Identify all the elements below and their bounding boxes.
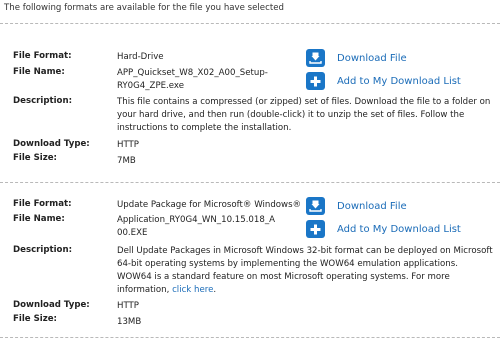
- label-download-type: Download Type:: [13, 300, 90, 310]
- label-file-name: File Name:: [13, 214, 65, 224]
- add-to-download-list-label: Add to My Download List: [337, 223, 461, 235]
- description-text: Dell Update Packages in Microsoft Window…: [117, 245, 493, 297]
- download-file-label: Download File: [337, 52, 407, 64]
- plus-icon: [306, 72, 325, 90]
- label-file-size: File Size:: [13, 153, 57, 163]
- label-download-type: Download Type:: [13, 139, 90, 149]
- label-file-format: File Format:: [13, 199, 72, 209]
- label-file-name: File Name:: [13, 67, 65, 77]
- download-type-value: HTTP: [117, 140, 139, 150]
- divider-bottom: [0, 337, 500, 338]
- more-info-link[interactable]: click here: [172, 285, 213, 295]
- file-format-value: Hard-Drive: [117, 52, 164, 62]
- file-name-line-1: APP_Quickset_W8_X02_A00_Setup-: [117, 68, 268, 78]
- download-type-value: HTTP: [117, 301, 139, 311]
- plus-icon: [306, 220, 325, 238]
- file-format-value: Update Package for Microsoft® Windows®: [117, 200, 302, 210]
- divider-top: [0, 23, 500, 24]
- label-file-format: File Format:: [13, 51, 72, 61]
- add-to-download-list-button[interactable]: Add to My Download List: [306, 71, 461, 91]
- file-name-value: Application_RY0G4_WN_10.15.018_A 00.EXE: [117, 214, 275, 239]
- file-name-line-1: Application_RY0G4_WN_10.15.018_A: [117, 215, 276, 225]
- file-name-line-2: 00.EXE: [117, 227, 148, 238]
- file-size-value: 7MB: [117, 156, 136, 166]
- label-description: Description:: [13, 245, 73, 255]
- divider-middle: [0, 182, 500, 183]
- label-file-size: File Size:: [13, 314, 57, 324]
- file-size-value: 13MB: [117, 317, 142, 327]
- add-to-download-list-button[interactable]: Add to My Download List: [306, 219, 461, 239]
- label-description: Description:: [13, 96, 73, 106]
- download-file-button[interactable]: Download File: [306, 48, 407, 68]
- intro-text: The following formats are available for …: [4, 3, 284, 13]
- download-file-button[interactable]: Download File: [306, 196, 407, 216]
- file-name-value: APP_Quickset_W8_X02_A00_Setup- RY0G4_ZPE…: [117, 67, 268, 92]
- download-icon: [306, 197, 325, 215]
- add-to-download-list-label: Add to My Download List: [337, 75, 461, 87]
- download-file-label: Download File: [337, 200, 407, 212]
- description-text: This file contains a compressed (or zipp…: [117, 97, 491, 133]
- download-icon: [306, 49, 325, 67]
- description-end: .: [213, 285, 217, 295]
- file-name-line-2: RY0G4_ZPE.exe: [117, 80, 185, 91]
